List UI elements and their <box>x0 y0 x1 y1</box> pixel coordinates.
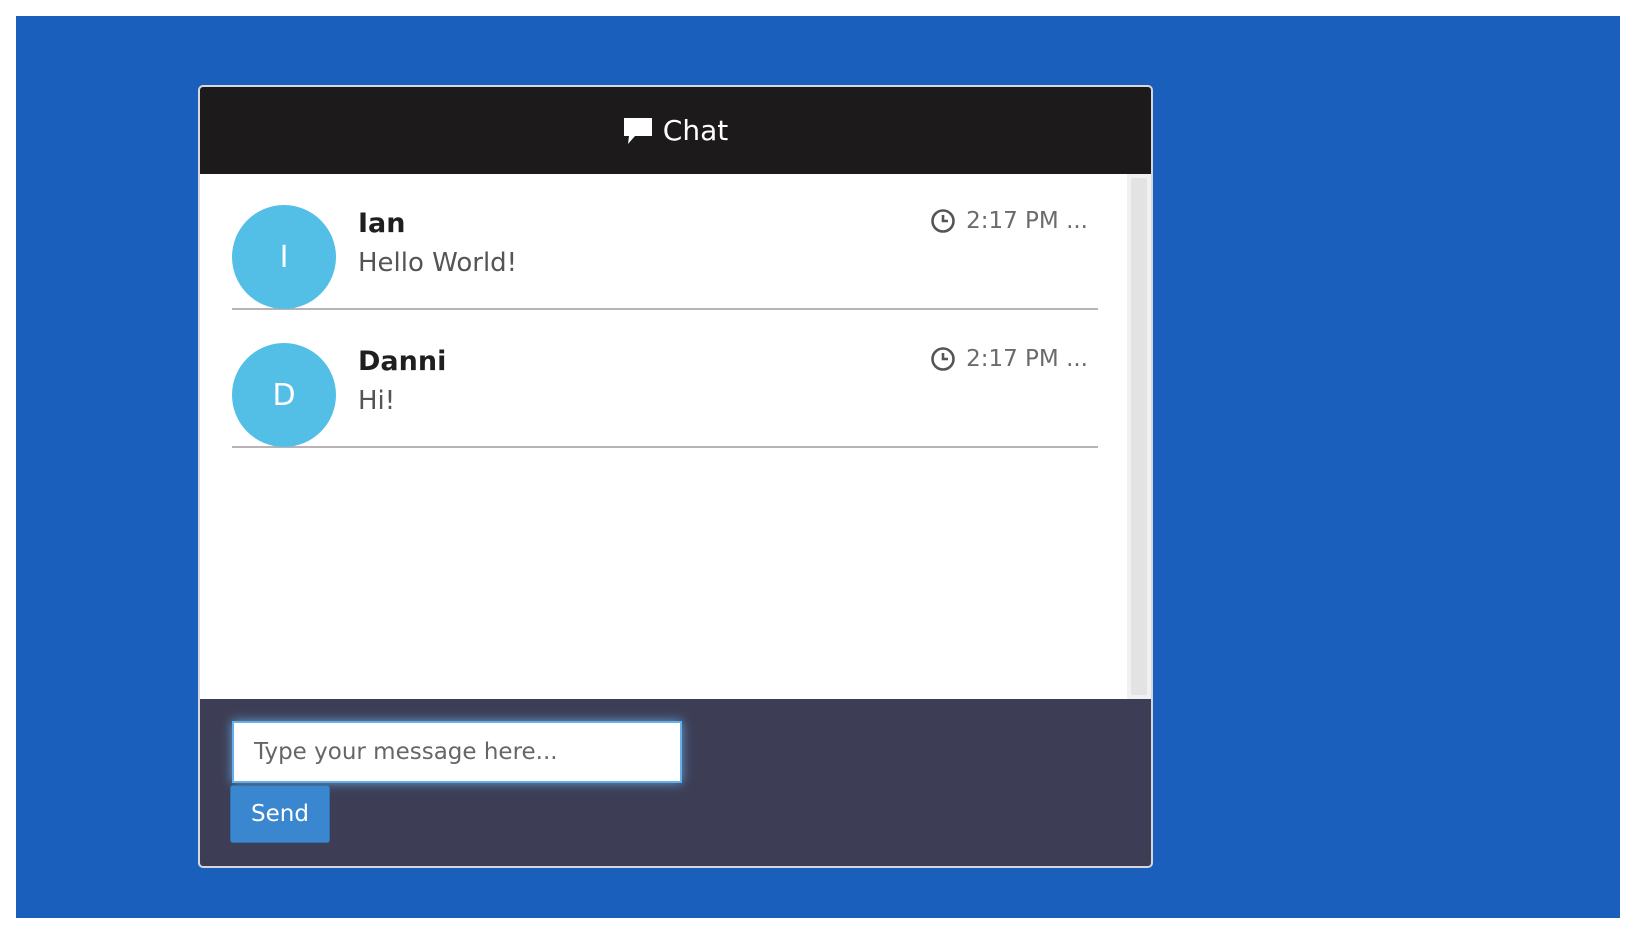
message-list-scrollbar[interactable] <box>1127 174 1151 699</box>
chat-title: Chat <box>662 114 729 147</box>
send-button[interactable]: Send <box>230 785 330 843</box>
message-sender: Danni <box>358 346 447 377</box>
scrollbar-thumb[interactable] <box>1131 178 1147 695</box>
clock-icon <box>931 209 955 233</box>
message-item: D Danni Hi! 2:17 PM ... <box>232 312 1098 448</box>
avatar-letter: D <box>272 377 296 413</box>
message-list: I Ian Hello World! 2:17 PM ... D Danni H <box>200 174 1129 699</box>
message-time: 2:17 PM ... <box>930 208 1088 234</box>
chat-header: Chat <box>200 87 1151 174</box>
chat-composer: Send <box>200 699 1151 866</box>
speech-bubble-icon <box>623 117 652 144</box>
message-time: 2:17 PM ... <box>930 346 1088 372</box>
message-input[interactable] <box>232 721 682 783</box>
page-background: Chat I Ian Hello World! 2:17 PM ... D Da… <box>16 16 1620 918</box>
avatar-letter: I <box>279 239 289 275</box>
message-timestamp: 2:17 PM ... <box>966 346 1088 372</box>
message-sender: Ian <box>358 208 406 239</box>
avatar: D <box>232 343 336 447</box>
message-text: Hello World! <box>358 248 518 278</box>
clock-icon <box>931 347 955 371</box>
message-timestamp: 2:17 PM ... <box>966 208 1088 234</box>
chat-window: Chat I Ian Hello World! 2:17 PM ... D Da… <box>198 85 1153 868</box>
avatar: I <box>232 205 336 309</box>
message-text: Hi! <box>358 386 396 416</box>
message-item: I Ian Hello World! 2:17 PM ... <box>232 174 1098 310</box>
